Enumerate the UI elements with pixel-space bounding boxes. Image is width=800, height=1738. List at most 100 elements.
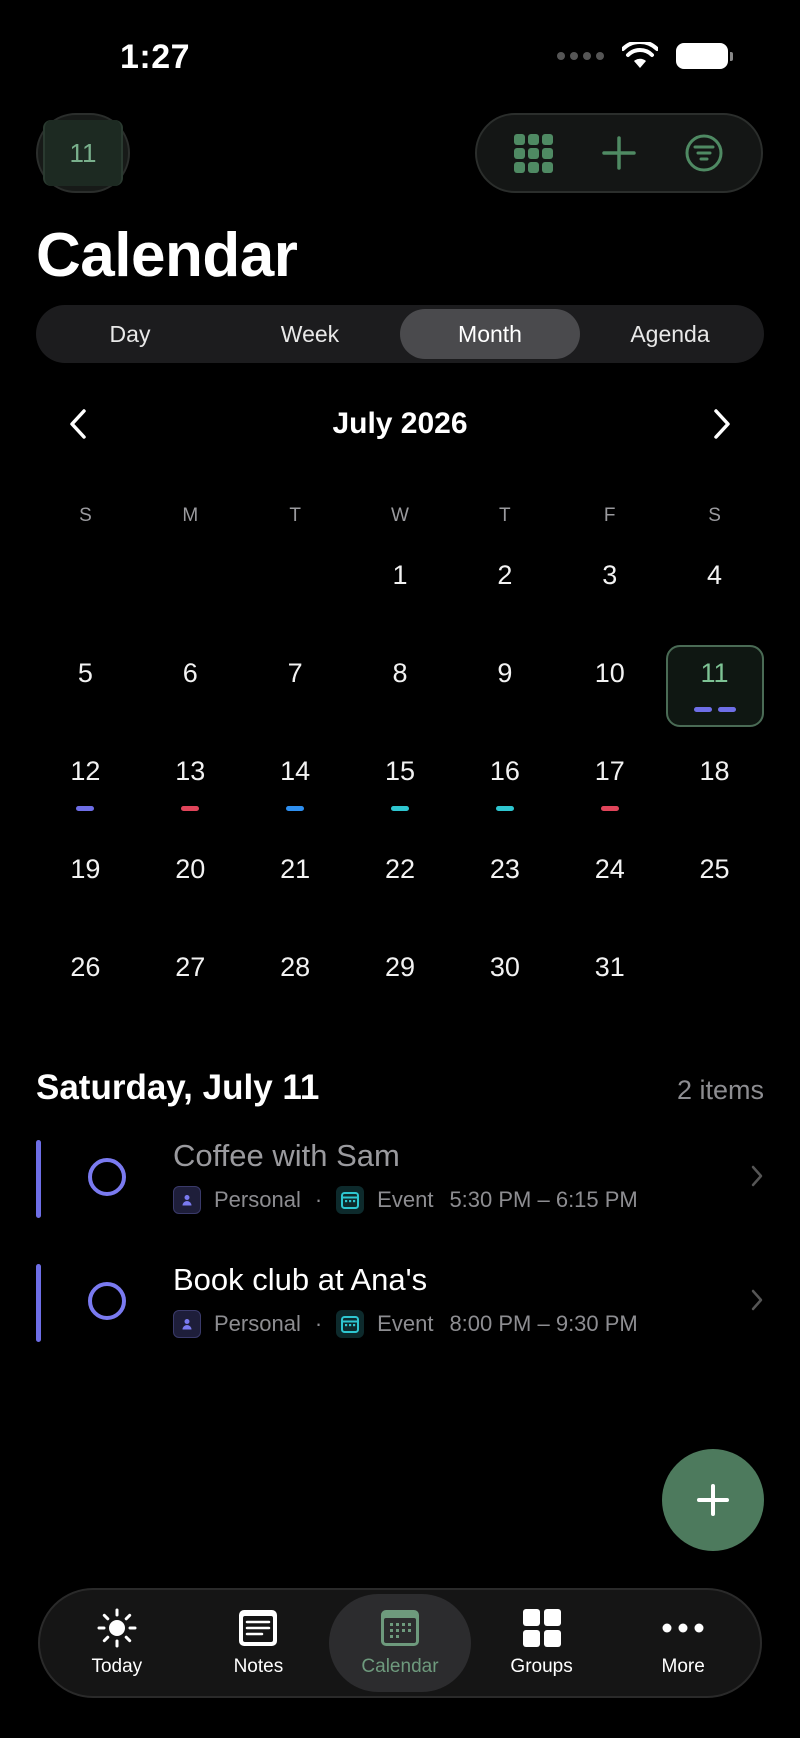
empty-cell [33,547,138,645]
day-cell-19[interactable]: 19 [33,841,138,939]
day-cell-31[interactable]: 31 [557,939,662,1037]
cellular-signal-icon [557,52,604,60]
event-marker [717,707,736,712]
person-icon [173,1186,201,1214]
day-cell-27[interactable]: 27 [138,939,243,1037]
event-markers [495,806,514,811]
tab-week[interactable]: Week [220,309,400,359]
separator-dot: · [314,1187,323,1212]
event-marker [286,806,305,811]
day-cell-28[interactable]: 28 [243,939,348,1037]
tab-more[interactable]: More [612,1594,754,1692]
day-cell-11[interactable]: 11 [662,645,767,743]
day-cell-15[interactable]: 15 [348,743,453,841]
day-cell-23[interactable]: 23 [452,841,557,939]
tab-notes[interactable]: Notes [188,1594,330,1692]
new-item-fab[interactable] [662,1449,764,1551]
event-markers [286,806,305,811]
next-month-button[interactable] [702,404,742,444]
day-cell-24[interactable]: 24 [557,841,662,939]
tab-label: Calendar [361,1656,439,1677]
event-row[interactable]: Coffee with Sam Personal · Event 5:30 PM – 6… [36,1138,764,1220]
calendar-icon [378,1608,422,1648]
calendar-color-bar [36,1264,41,1342]
day-cell-4[interactable]: 4 [662,547,767,645]
day-cell-30[interactable]: 30 [452,939,557,1037]
day-cell-3[interactable]: 3 [557,547,662,645]
day-cell-6[interactable]: 6 [138,645,243,743]
separator-dot: · [314,1311,323,1336]
day-cell-8[interactable]: 8 [348,645,453,743]
tab-label: Groups [510,1656,573,1677]
day-number: 18 [699,756,730,786]
previous-month-button[interactable] [58,404,98,444]
day-cell-21[interactable]: 21 [243,841,348,939]
weekday-label: F [603,505,616,526]
chevron-right-icon [750,1288,764,1317]
weekday-label: T [499,505,511,526]
today-button[interactable]: 11 [36,113,130,193]
tab-groups[interactable]: Groups [471,1594,613,1692]
day-number: 23 [489,854,520,884]
day-cell-26[interactable]: 26 [33,939,138,1037]
day-cell-12[interactable]: 12 [33,743,138,841]
day-number: 2 [497,560,513,590]
event-row[interactable]: Book club at Ana's Personal · Event 8:00 PM … [36,1262,764,1344]
calendar-event-icon [336,1186,365,1214]
event-marker [495,806,514,811]
add-button[interactable] [597,131,641,175]
tab-month[interactable]: Month [400,309,580,359]
day-number: 26 [70,952,101,982]
day-cell-17[interactable]: 17 [557,743,662,841]
chevron-left-icon [70,409,86,439]
plus-icon [697,1484,729,1516]
day-number: 17 [594,756,625,786]
calendar-color-bar [36,1140,41,1218]
day-cell-2[interactable]: 2 [452,547,557,645]
chevron-right-icon [714,409,730,439]
item-count: 2 items [676,1075,764,1105]
event-meta: Personal · Event 8:00 PM – 9:30 PM [173,1310,638,1338]
tab-today[interactable]: Today [46,1594,188,1692]
complete-toggle[interactable] [88,1282,126,1320]
day-cell-14[interactable]: 14 [243,743,348,841]
day-number: 11 [700,658,729,688]
event-markers [390,806,409,811]
tab-label: More [661,1656,705,1677]
day-number: 19 [70,854,101,884]
day-cell-22[interactable]: 22 [348,841,453,939]
weekday-label: S [708,505,721,526]
event-title: Coffee with Sam [173,1138,400,1173]
day-cell-1[interactable]: 1 [348,547,453,645]
tab-label: Today [91,1656,143,1677]
weekday-header: SMTWTFS [33,505,767,527]
day-cell-29[interactable]: 29 [348,939,453,1037]
day-cell-18[interactable]: 18 [662,743,767,841]
tab-day[interactable]: Day [40,309,220,359]
day-cell-9[interactable]: 9 [452,645,557,743]
event-marker [693,707,712,712]
person-icon [173,1310,201,1338]
day-cell-5[interactable]: 5 [33,645,138,743]
event-marker [76,806,95,811]
day-number: 1 [392,560,408,590]
complete-toggle[interactable] [88,1158,126,1196]
event-markers [693,707,736,712]
event-calendar-name: Personal [214,1311,301,1336]
day-cell-13[interactable]: 13 [138,743,243,841]
day-cell-7[interactable]: 7 [243,645,348,743]
grid-view-button[interactable] [512,131,556,175]
tab-calendar[interactable]: Calendar [329,1594,471,1692]
day-cell-10[interactable]: 10 [557,645,662,743]
status-indicators [557,42,733,70]
event-markers [600,806,619,811]
day-cell-16[interactable]: 16 [452,743,557,841]
today-date-badge: 11 [43,120,123,186]
filter-button[interactable] [682,131,726,175]
day-cell-25[interactable]: 25 [662,841,767,939]
month-grid: 1 2 3 4 5 6 7 8 9 10 11 12 13 14 15 16 17 18 19 20 21 22 23 24 2… [33,547,767,1037]
tab-agenda[interactable]: Agenda [580,309,760,359]
day-number: 20 [175,854,206,884]
day-cell-20[interactable]: 20 [138,841,243,939]
wifi-icon [622,42,658,68]
